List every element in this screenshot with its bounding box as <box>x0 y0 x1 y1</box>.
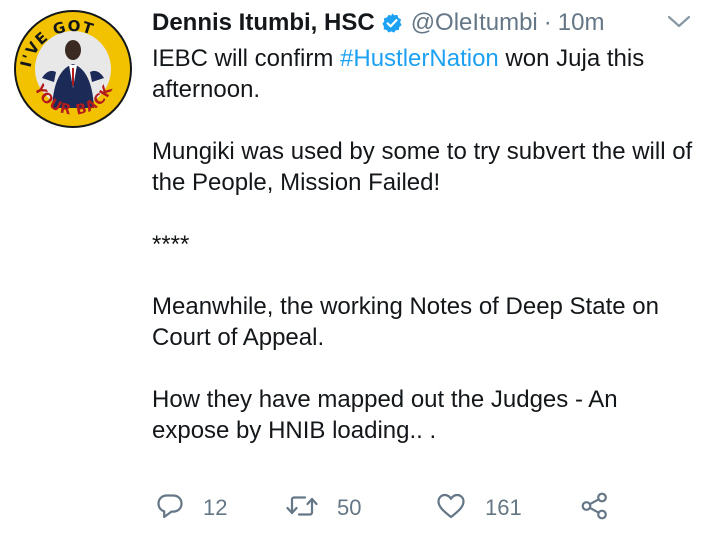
author-name[interactable]: Dennis Itumbi, HSC <box>152 8 375 38</box>
paragraph-3: **** <box>152 231 190 258</box>
paragraph-1: IEBC will confirm #HustlerNation won Juj… <box>152 45 645 103</box>
heart-icon <box>435 491 467 526</box>
paragraph-2: Mungiki was used by some to try subvert … <box>152 138 693 196</box>
avatar[interactable]: I'VE GOT YOUR BACK <box>12 8 134 130</box>
author-handle[interactable]: @OleItumbi <box>411 8 538 38</box>
like-count: 161 <box>485 495 522 520</box>
tweet-text: IEBC will confirm #HustlerNation won Juj… <box>152 43 697 446</box>
like-button[interactable]: 161 <box>435 488 522 528</box>
campaign-badge-avatar-icon: I'VE GOT YOUR BACK <box>14 10 132 128</box>
tweet-timestamp[interactable]: 10m <box>558 8 605 38</box>
tweet[interactable]: I'VE GOT YOUR BACK Dennis Itumbi, HSC @O… <box>0 0 715 544</box>
retweet-button[interactable]: 50 <box>285 488 361 528</box>
paragraph-4: Meanwhile, the working Notes of Deep Sta… <box>152 293 659 351</box>
reply-count: 12 <box>203 495 228 520</box>
retweet-icon <box>285 491 319 526</box>
retweet-count: 50 <box>337 495 362 520</box>
tweet-header: Dennis Itumbi, HSC @OleItumbi · 10m <box>152 8 604 38</box>
paragraph-5: How they have mapped out the Judges - An… <box>152 386 618 444</box>
reply-button[interactable]: 12 <box>155 488 227 528</box>
share-button[interactable] <box>579 488 611 528</box>
hashtag-link[interactable]: #HustlerNation <box>340 45 499 72</box>
chevron-down-icon[interactable] <box>666 12 692 32</box>
reply-icon <box>155 491 185 526</box>
separator-dot: · <box>543 9 552 36</box>
tweet-actions: 12 50 161 <box>152 488 622 528</box>
share-icon <box>579 491 611 526</box>
verified-badge-icon <box>381 12 403 34</box>
